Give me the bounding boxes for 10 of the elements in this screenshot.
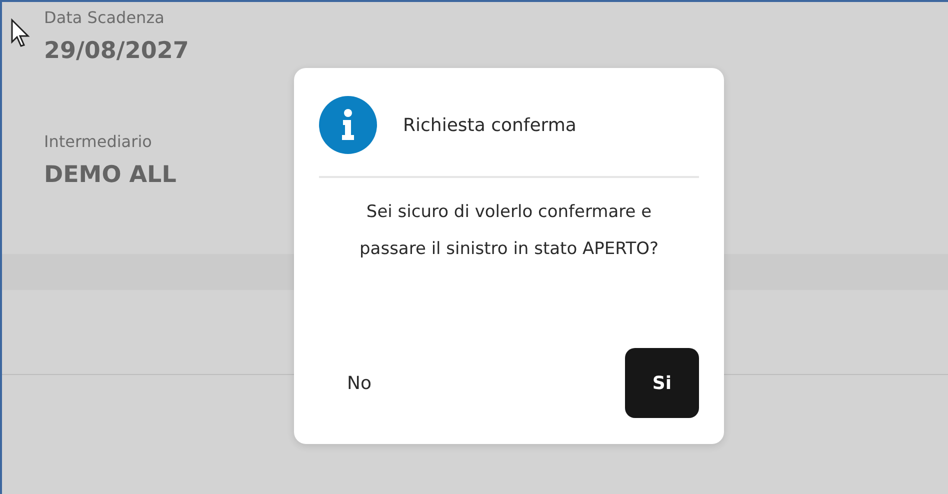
- dialog-title: Richiesta conferma: [403, 114, 576, 136]
- field-label: Intermediario: [44, 132, 152, 152]
- field-value: 29/08/2027: [44, 37, 189, 66]
- info-icon: [319, 96, 377, 154]
- confirm-button[interactable]: Si: [625, 348, 699, 418]
- pointer-icon: [10, 18, 32, 48]
- field-value: DEMO ALL: [44, 161, 176, 190]
- dialog-message: Sei sicuro di volerlo confermare e passare il sinistro in stato APERTO?: [358, 201, 660, 261]
- cancel-button[interactable]: No: [319, 363, 372, 403]
- field-label: Data Scadenza: [44, 8, 164, 28]
